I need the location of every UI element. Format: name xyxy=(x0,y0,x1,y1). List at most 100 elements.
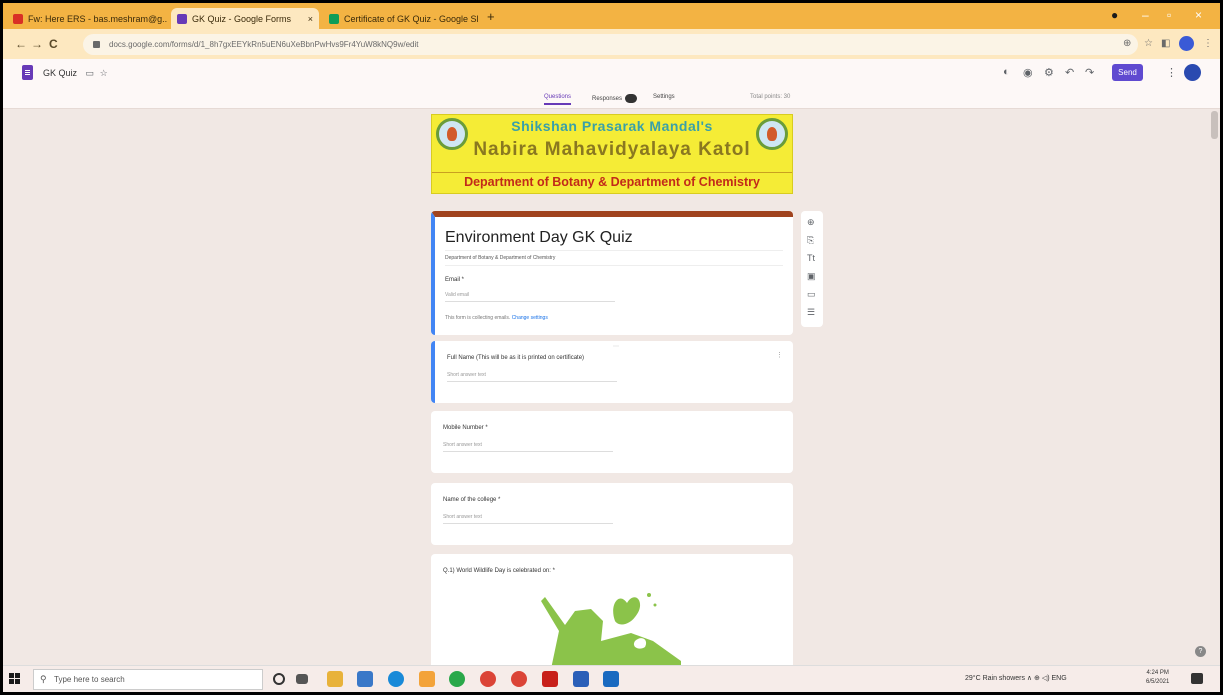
acrobat-icon[interactable] xyxy=(542,671,558,687)
divider xyxy=(445,265,783,266)
banner-line-3: Department of Botany & Department of Che… xyxy=(464,175,760,189)
customize-theme-icon[interactable]: ◐ xyxy=(1003,66,1010,78)
question-title[interactable]: Q.1) World Wildlife Day is celebrated on… xyxy=(443,568,555,574)
email-label: Email * xyxy=(445,277,465,283)
redo-icon[interactable]: ↷ xyxy=(1085,66,1094,79)
question-title[interactable]: Name of the college * xyxy=(443,497,500,503)
clock-time: 4:24 PM xyxy=(1146,670,1169,676)
gmail-icon xyxy=(13,13,23,24)
address-bar[interactable]: docs.google.com/forms/d/1_8h7gxEEYkRn5uE… xyxy=(83,34,1138,55)
star-icon[interactable]: ☆ xyxy=(100,68,108,78)
close-window-button[interactable]: × xyxy=(1195,8,1202,22)
avatar[interactable] xyxy=(1184,64,1201,81)
short-answer-field: Short answer text xyxy=(443,514,613,524)
send-button[interactable]: Send xyxy=(1112,64,1143,81)
form-description[interactable]: Department of Botany & Department of Che… xyxy=(445,255,555,261)
google-forms-icon xyxy=(177,13,187,24)
browser-toolbar: ← → C docs.google.com/forms/d/1_8h7gxEEY… xyxy=(3,29,1220,59)
clock-date: 6/5/2021 xyxy=(1146,679,1170,685)
file-explorer-icon[interactable] xyxy=(327,671,343,687)
banner-line-2: Nabira Mahavidyalaya Katol xyxy=(473,139,751,160)
search-icon: ⚲ xyxy=(40,674,47,684)
cortana-icon[interactable] xyxy=(273,673,285,685)
tab-settings[interactable]: Settings xyxy=(653,94,675,100)
change-settings-link[interactable]: Change settings xyxy=(512,315,548,321)
edge-icon[interactable] xyxy=(388,671,404,687)
question-title[interactable]: Full Name (This will be as it is printed… xyxy=(447,355,584,361)
tab-responses[interactable]: Responses xyxy=(592,94,638,103)
vlc-icon[interactable] xyxy=(419,671,435,687)
question-card[interactable]: Q.1) World Wildlife Day is celebrated on… xyxy=(431,554,793,669)
chrome-icon[interactable] xyxy=(480,671,496,687)
email-collection-note: This form is collecting emails. Change s… xyxy=(445,315,548,321)
forward-button[interactable]: → xyxy=(31,37,43,51)
add-question-icon[interactable]: ⊕ xyxy=(807,217,815,228)
back-button[interactable]: ← xyxy=(15,37,27,51)
tab-label: Fw: Here ERS - bas.meshram@g... xyxy=(28,13,167,24)
folder-icon[interactable]: ▭ xyxy=(86,68,95,78)
add-video-icon[interactable]: ▭ xyxy=(807,289,816,300)
undo-icon[interactable]: ↶ xyxy=(1065,66,1074,79)
import-questions-icon[interactable]: ⎘ xyxy=(807,235,814,246)
taskbar-clock[interactable]: 4:24 PM 6/5/2021 xyxy=(1146,669,1169,687)
form-title-card[interactable]: Environment Day GK Quiz Department of Bo… xyxy=(431,211,793,335)
scrollbar-thumb[interactable] xyxy=(1211,111,1218,139)
tab-questions[interactable]: Questions xyxy=(544,94,572,105)
bookmark-star-icon[interactable]: ☆ xyxy=(1144,38,1153,49)
google-forms-logo-icon[interactable] xyxy=(22,65,33,80)
windows-taskbar: ⚲ Type here to search 29°C Rain showers … xyxy=(3,665,1220,692)
question-card[interactable]: ⋯ Full Name (This will be as it is print… xyxy=(431,341,793,403)
responses-count-badge xyxy=(625,94,638,103)
settings-gear-icon[interactable]: ⚙ xyxy=(1044,66,1054,79)
page-scrollbar[interactable] xyxy=(1208,109,1220,665)
close-tab-icon[interactable]: × xyxy=(308,14,313,24)
screen: Fw: Here ERS - bas.meshram@g... × GK Qui… xyxy=(3,3,1220,692)
total-points: Total points: 30 xyxy=(750,94,791,100)
more-options-icon[interactable]: ⋮ xyxy=(776,351,783,359)
wildlife-illustration-image xyxy=(541,593,681,669)
browser-tab-forms[interactable]: GK Quiz - Google Forms × xyxy=(171,8,319,29)
add-image-icon[interactable]: ▣ xyxy=(807,271,816,282)
forms-header: GK Quiz ▭ ☆ ◐ ◉ ⚙ ↶ ↷ Send ⋮ Questions R… xyxy=(3,59,1220,109)
add-title-icon[interactable]: Tt xyxy=(807,253,815,263)
taskbar-search-input[interactable]: ⚲ Type here to search xyxy=(33,669,263,690)
app-icon[interactable] xyxy=(449,671,465,687)
reload-button[interactable]: C xyxy=(49,37,58,51)
extensions-icon[interactable]: ◧ xyxy=(1161,38,1170,49)
tab-label: GK Quiz - Google Forms xyxy=(192,13,292,24)
notification-center-icon[interactable] xyxy=(1191,673,1203,684)
task-view-icon[interactable] xyxy=(296,674,308,684)
divider xyxy=(445,250,783,251)
document-title[interactable]: GK Quiz ▭ ☆ xyxy=(43,68,108,79)
chrome-icon[interactable] xyxy=(511,671,527,687)
browser-tab-gmail[interactable]: Fw: Here ERS - bas.meshram@g... × xyxy=(7,8,167,29)
system-tray[interactable]: 29°C Rain showers ∧ ⊕ ◁) ENG xyxy=(965,674,1067,682)
form-title[interactable]: Environment Day GK Quiz xyxy=(445,229,633,247)
browser-menu-icon[interactable]: ⋮ xyxy=(1203,38,1213,49)
short-answer-field: Short answer text xyxy=(443,442,613,452)
question-card[interactable]: Name of the college * Short answer text xyxy=(431,483,793,545)
zoom-icon[interactable]: ⊕ xyxy=(1123,38,1131,49)
question-card[interactable]: Mobile Number * Short answer text xyxy=(431,411,793,473)
record-indicator-icon: ● xyxy=(1111,8,1119,22)
question-title[interactable]: Mobile Number * xyxy=(443,425,488,431)
drag-handle-icon[interactable]: ⋯ xyxy=(613,343,619,350)
browser-tab-slides[interactable]: Certificate of GK Quiz - Google Sli... × xyxy=(323,8,478,29)
banner-line-1: Shikshan Prasarak Mandal's xyxy=(511,118,713,134)
preview-eye-icon[interactable]: ◉ xyxy=(1023,66,1033,79)
tab-label: Certificate of GK Quiz - Google Sli... xyxy=(344,13,478,24)
minimize-button[interactable]: – xyxy=(1142,8,1149,22)
new-tab-button[interactable]: + xyxy=(487,9,495,24)
banner-divider xyxy=(432,172,792,173)
profile-avatar-icon[interactable] xyxy=(1179,36,1194,51)
maximize-button[interactable]: ▫ xyxy=(1167,8,1171,22)
google-slides-icon xyxy=(329,13,339,24)
windows-start-icon[interactable] xyxy=(9,673,21,685)
store-icon[interactable] xyxy=(357,671,373,687)
add-section-icon[interactable]: ☰ xyxy=(807,307,815,318)
word-icon[interactable] xyxy=(573,671,589,687)
photos-icon[interactable] xyxy=(603,671,619,687)
more-options-icon[interactable]: ⋮ xyxy=(1166,66,1177,79)
search-placeholder: Type here to search xyxy=(54,675,125,684)
help-icon[interactable]: ? xyxy=(1195,646,1206,657)
